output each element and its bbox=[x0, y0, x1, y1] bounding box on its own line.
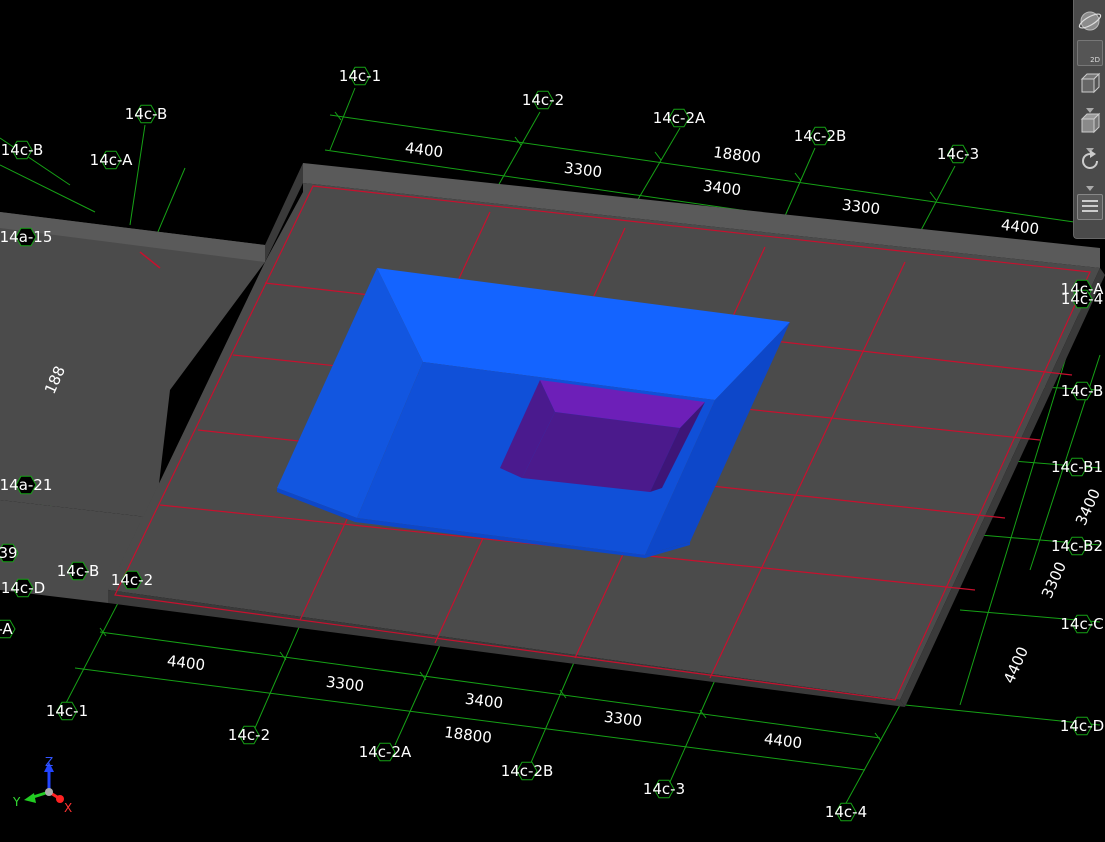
grid-label-bottom-2[interactable]: 14c-2 bbox=[228, 726, 270, 744]
grid-label-bottom-3[interactable]: 14c-3 bbox=[643, 780, 685, 798]
z-axis-label: Z bbox=[45, 755, 53, 769]
grid-label-right-c[interactable]: 14c-C bbox=[1060, 615, 1103, 633]
view-cube-solid-icon[interactable] bbox=[1077, 110, 1103, 136]
rotate-icon[interactable] bbox=[1077, 148, 1103, 174]
view-cube-dropdown-icon[interactable] bbox=[1086, 99, 1094, 113]
grid-label-left-b[interactable]: 14c-B bbox=[1, 141, 44, 159]
grid-label-left-14a21[interactable]: 14a-21 bbox=[0, 476, 52, 494]
view-cube-icon[interactable] bbox=[1077, 70, 1103, 96]
grid-label-left-a[interactable]: -A bbox=[0, 620, 13, 638]
grid-label-top-2a[interactable]: 14c-2A bbox=[653, 109, 706, 127]
grid-label-bottom-4[interactable]: 14c-4 bbox=[825, 803, 867, 821]
grid-label-bottom-2a[interactable]: 14c-2A bbox=[359, 743, 412, 761]
grid-label-top-2b[interactable]: 14c-2B bbox=[794, 127, 847, 145]
grid-label-right-4[interactable]: 14c-4 bbox=[1061, 290, 1103, 308]
view-2d-label: 2D bbox=[1090, 56, 1100, 64]
view-style-dropdown-icon[interactable] bbox=[1086, 139, 1094, 153]
grid-label-bottom-1[interactable]: 14c-1 bbox=[46, 702, 88, 720]
3d-viewport[interactable]: 14c-1 14c-2 14c-2A 14c-2B 14c-3 14c-B 14… bbox=[0, 0, 1105, 842]
x-axis-label: X bbox=[64, 801, 72, 815]
grid-label-top-b[interactable]: 14c-B bbox=[125, 105, 168, 123]
grid-label-top-a[interactable]: 14c-A bbox=[90, 151, 133, 169]
layers-menu-icon[interactable] bbox=[1077, 194, 1103, 220]
grid-label-top-2[interactable]: 14c-2 bbox=[522, 91, 564, 109]
rotate-dropdown-icon[interactable] bbox=[1086, 177, 1094, 191]
axis-origin bbox=[45, 788, 53, 796]
grid-label-left-b2[interactable]: 14c-B bbox=[57, 562, 100, 580]
grid-label-left-14a15[interactable]: 14a-15 bbox=[0, 228, 52, 246]
grid-label-top-3[interactable]: 14c-3 bbox=[937, 145, 979, 163]
grid-label-left-39[interactable]: 39 bbox=[0, 544, 18, 562]
grid-label-right-b[interactable]: 14c-B bbox=[1061, 382, 1104, 400]
grid-label-right-d[interactable]: 14c-D bbox=[1060, 717, 1104, 735]
x-axis-arrow bbox=[56, 795, 64, 803]
view-2d-button[interactable]: 2D bbox=[1077, 40, 1103, 66]
view-toolbar: 2D bbox=[1073, 0, 1105, 239]
grid-label-left-d[interactable]: 14c-D bbox=[1, 579, 45, 597]
grid-label-right-b2[interactable]: 14c-B2 bbox=[1051, 537, 1103, 555]
grid-label-top-1[interactable]: 14c-1 bbox=[339, 67, 381, 85]
grid-label-bottom-2b[interactable]: 14c-2B bbox=[501, 762, 554, 780]
grid-label-left-2[interactable]: 14c-2 bbox=[111, 571, 153, 589]
orbit-globe-icon[interactable] bbox=[1077, 8, 1103, 34]
grid-label-right-b1[interactable]: 14c-B1 bbox=[1051, 458, 1103, 476]
y-axis-label: Y bbox=[12, 795, 21, 809]
